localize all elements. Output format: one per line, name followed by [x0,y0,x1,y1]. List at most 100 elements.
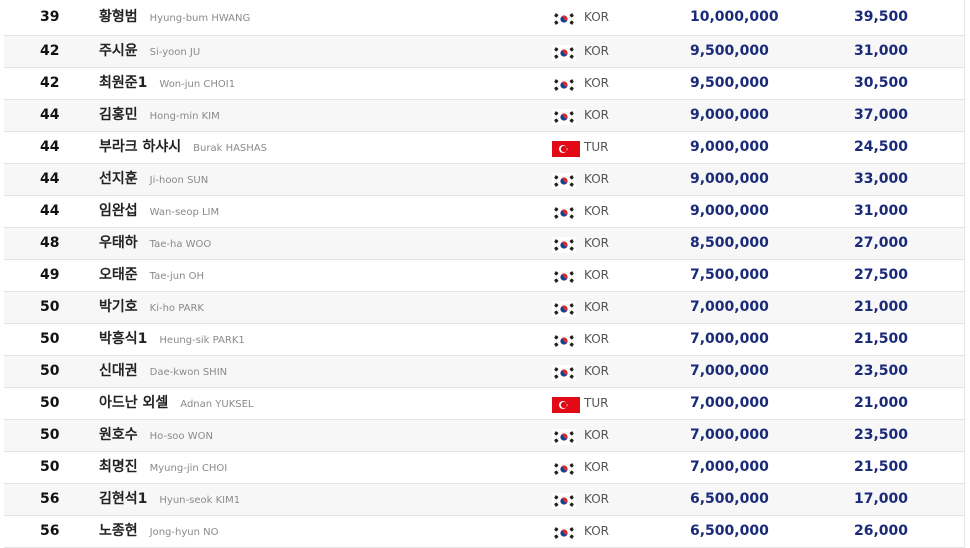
table-row[interactable]: 50 원호수 Ho-soo WON KOR 7,000,000 23,500 [4,420,964,452]
nation-code: KOR [584,108,609,122]
rank-cell: 44 [40,107,60,123]
table-row[interactable]: 56 노종현 Jong-hyun NO KOR 6,500,000 26,000 [4,516,964,548]
player-name-english: Ho-soo WON [149,431,213,442]
ranking-points: 30,500 [853,75,908,91]
player-name-link[interactable]: 김홍민 Hong-min KIM [99,100,220,131]
nation-code: KOR [584,492,609,506]
table-row[interactable]: 48 우태하 Tae-ha WOO KOR 8,500,000 27,000 [4,228,964,260]
player-name-english: Tae-ha WOO [149,239,212,250]
ranking-points: 24,500 [853,139,908,155]
table-row[interactable]: 39 황형범 Hyung-bum HWANG KOR 10,000,000 39,… [4,0,964,36]
player-name-link[interactable]: 오태준 Tae-jun OH [99,260,204,291]
player-name-korean: 주시윤 [99,43,138,59]
player-name-korean: 최원준1 [99,75,148,91]
kor-flag-icon [552,45,576,61]
nation-code: KOR [584,236,609,250]
rank-cell: 50 [40,363,60,379]
kor-flag-icon [552,173,576,189]
ranking-points: 33,000 [853,171,908,187]
player-name-korean: 우태하 [99,235,138,251]
kor-flag-icon [552,461,576,477]
prize-money: 7,000,000 [690,427,769,443]
rank-cell: 49 [40,267,60,283]
player-name-link[interactable]: 박기호 Ki-ho PARK [99,292,204,323]
player-name-link[interactable]: 박흥식1 Heung-sik PARK1 [99,324,245,355]
player-name-korean: 노종현 [99,523,138,539]
table-row[interactable]: 50 박기호 Ki-ho PARK KOR 7,000,000 21,000 [4,292,964,324]
player-name-link[interactable]: 황형범 Hyung-bum HWANG [99,2,250,33]
player-name-korean: 선지훈 [99,171,138,187]
ranking-points: 26,000 [853,523,908,539]
table-row[interactable]: 42 주시윤 Si-yoon JU KOR 9,500,000 31,000 [4,36,964,68]
prize-money: 9,000,000 [690,139,769,155]
player-name-link[interactable]: 우태하 Tae-ha WOO [99,228,211,259]
rank-cell: 50 [40,459,60,475]
table-row[interactable]: 44 선지훈 Ji-hoon SUN KOR 9,000,000 33,000 [4,164,964,196]
rank-cell: 44 [40,203,60,219]
ranking-points: 21,500 [853,331,908,347]
player-name-english: Burak HASHAS [193,143,267,154]
tur-flag-icon [552,141,580,157]
table-row[interactable]: 50 최명진 Myung-jin CHOI KOR 7,000,000 21,50… [4,452,964,484]
prize-money: 7,000,000 [690,363,769,379]
prize-money: 9,000,000 [690,107,769,123]
player-name-english: Hyung-bum HWANG [149,13,251,24]
table-row[interactable]: 50 박흥식1 Heung-sik PARK1 KOR 7,000,000 21,… [4,324,964,356]
player-name-korean: 최명진 [99,459,138,475]
table-row[interactable]: 50 신대권 Dae-kwon SHIN KOR 7,000,000 23,500 [4,356,964,388]
prize-money: 7,000,000 [690,395,769,411]
kor-flag-icon [552,525,576,541]
player-name-korean: 원호수 [99,427,138,443]
nation-code: KOR [584,300,609,314]
kor-flag-icon [552,269,576,285]
table-row[interactable]: 44 임완섭 Wan-seop LIM KOR 9,000,000 31,000 [4,196,964,228]
kor-flag-icon [552,301,576,317]
player-name-english: Ki-ho PARK [149,303,204,314]
player-name-english: Wan-seop LIM [149,207,220,218]
player-name-english: Jong-hyun NO [149,527,219,538]
prize-money: 9,500,000 [690,75,769,91]
player-name-korean: 김현석1 [99,491,148,507]
rank-cell: 39 [40,9,60,25]
prize-money: 10,000,000 [690,9,779,25]
nation-code: KOR [584,460,609,474]
player-name-link[interactable]: 아드난 외셀 Adnan YUKSEL [99,388,254,419]
table-row[interactable]: 56 김현석1 Hyun-seok KIM1 KOR 6,500,000 17,0… [4,484,964,516]
prize-money: 9,500,000 [690,43,769,59]
player-name-link[interactable]: 선지훈 Ji-hoon SUN [99,164,208,195]
kor-flag-icon [552,429,576,445]
table-row[interactable]: 44 김홍민 Hong-min KIM KOR 9,000,000 37,000 [4,100,964,132]
player-name-link[interactable]: 신대권 Dae-kwon SHIN [99,356,227,387]
table-row[interactable]: 44 부라크 하샤시 Burak HASHAS TUR 9,000,000 24,… [4,132,964,164]
prize-money: 6,500,000 [690,491,769,507]
table-row[interactable]: 50 아드난 외셀 Adnan YUKSEL TUR 7,000,000 21,0… [4,388,964,420]
kor-flag-icon [552,493,576,509]
player-name-korean: 박흥식1 [99,331,148,347]
ranking-points: 39,500 [853,9,908,25]
player-name-link[interactable]: 임완섭 Wan-seop LIM [99,196,219,227]
ranking-points: 31,000 [853,43,908,59]
player-name-link[interactable]: 주시윤 Si-yoon JU [99,36,200,67]
player-name-english: Tae-jun OH [149,271,205,282]
player-name-link[interactable]: 최명진 Myung-jin CHOI [99,452,227,483]
player-name-link[interactable]: 최원준1 Won-jun CHOI1 [99,68,235,99]
player-name-link[interactable]: 원호수 Ho-soo WON [99,420,213,451]
player-name-english: Adnan YUKSEL [180,399,254,410]
player-name-english: Si-yoon JU [149,47,201,58]
player-name-korean: 부라크 하샤시 [99,139,182,155]
table-row[interactable]: 42 최원준1 Won-jun CHOI1 KOR 9,500,000 30,50… [4,68,964,100]
table-row[interactable]: 49 오태준 Tae-jun OH KOR 7,500,000 27,500 [4,260,964,292]
prize-money: 6,500,000 [690,523,769,539]
rank-cell: 44 [40,171,60,187]
nation-code: KOR [584,364,609,378]
ranking-points: 17,000 [853,491,908,507]
rank-cell: 50 [40,331,60,347]
rank-cell: 50 [40,395,60,411]
nation-code: KOR [584,10,609,24]
prize-money: 7,000,000 [690,331,769,347]
player-name-link[interactable]: 김현석1 Hyun-seok KIM1 [99,484,240,515]
player-name-link[interactable]: 노종현 Jong-hyun NO [99,516,218,547]
kor-flag-icon [552,11,576,27]
player-name-link[interactable]: 부라크 하샤시 Burak HASHAS [99,132,267,163]
player-name-english: Dae-kwon SHIN [149,367,228,378]
